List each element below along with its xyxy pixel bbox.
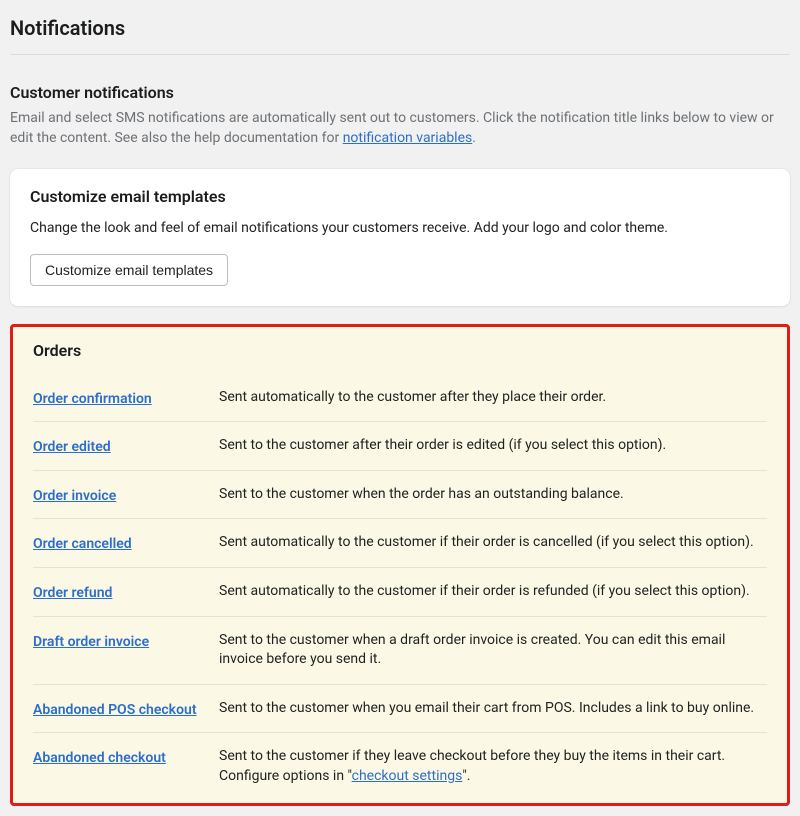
order-desc: Sent to the customer when you email thei… bbox=[219, 699, 767, 719]
page-title: Notifications bbox=[10, 10, 790, 54]
abandoned-checkout-link[interactable]: Abandoned checkout bbox=[33, 750, 166, 766]
desc-post: ". bbox=[462, 768, 470, 784]
table-row: Order invoice Sent to the customer when … bbox=[33, 471, 767, 520]
notification-variables-link[interactable]: notification variables bbox=[343, 130, 473, 146]
checkout-settings-link[interactable]: checkout settings bbox=[352, 768, 463, 784]
table-row: Order confirmation Sent automatically to… bbox=[33, 388, 767, 423]
orders-title: Orders bbox=[33, 341, 767, 360]
table-row: Order edited Sent to the customer after … bbox=[33, 422, 767, 471]
divider bbox=[10, 54, 790, 55]
order-desc: Sent automatically to the customer after… bbox=[219, 388, 767, 408]
customer-notifications-desc: Email and select SMS notifications are a… bbox=[10, 108, 790, 149]
order-desc: Sent to the customer after their order i… bbox=[219, 436, 767, 456]
order-desc: Sent to the customer when a draft order … bbox=[219, 631, 767, 670]
order-confirmation-link[interactable]: Order confirmation bbox=[33, 391, 152, 407]
customize-templates-card: Customize email templates Change the loo… bbox=[10, 169, 790, 306]
order-desc: Sent automatically to the customer if th… bbox=[219, 582, 767, 602]
order-cancelled-link[interactable]: Order cancelled bbox=[33, 536, 132, 552]
desc-pre: Sent to the customer if they leave check… bbox=[219, 748, 725, 784]
order-desc: Sent to the customer when the order has … bbox=[219, 485, 767, 505]
customize-templates-button[interactable]: Customize email templates bbox=[30, 254, 228, 286]
order-invoice-link[interactable]: Order invoice bbox=[33, 488, 116, 504]
order-edited-link[interactable]: Order edited bbox=[33, 439, 111, 455]
orders-card: Orders Order confirmation Sent automatic… bbox=[10, 324, 790, 806]
table-row: Draft order invoice Sent to the customer… bbox=[33, 617, 767, 685]
table-row: Abandoned checkout Sent to the customer … bbox=[33, 733, 767, 786]
table-row: Abandoned POS checkout Sent to the custo… bbox=[33, 685, 767, 734]
order-refund-link[interactable]: Order refund bbox=[33, 585, 112, 601]
customize-templates-title: Customize email templates bbox=[30, 187, 770, 206]
desc-text-2: . bbox=[472, 130, 476, 146]
table-row: Order cancelled Sent automatically to th… bbox=[33, 519, 767, 568]
customize-templates-desc: Change the look and feel of email notifi… bbox=[30, 220, 770, 236]
abandoned-pos-checkout-link[interactable]: Abandoned POS checkout bbox=[33, 702, 197, 718]
order-desc: Sent automatically to the customer if th… bbox=[219, 533, 767, 553]
order-desc: Sent to the customer if they leave check… bbox=[219, 747, 767, 786]
draft-order-invoice-link[interactable]: Draft order invoice bbox=[33, 634, 149, 650]
table-row: Order refund Sent automatically to the c… bbox=[33, 568, 767, 617]
customer-notifications-title: Customer notifications bbox=[10, 83, 790, 102]
